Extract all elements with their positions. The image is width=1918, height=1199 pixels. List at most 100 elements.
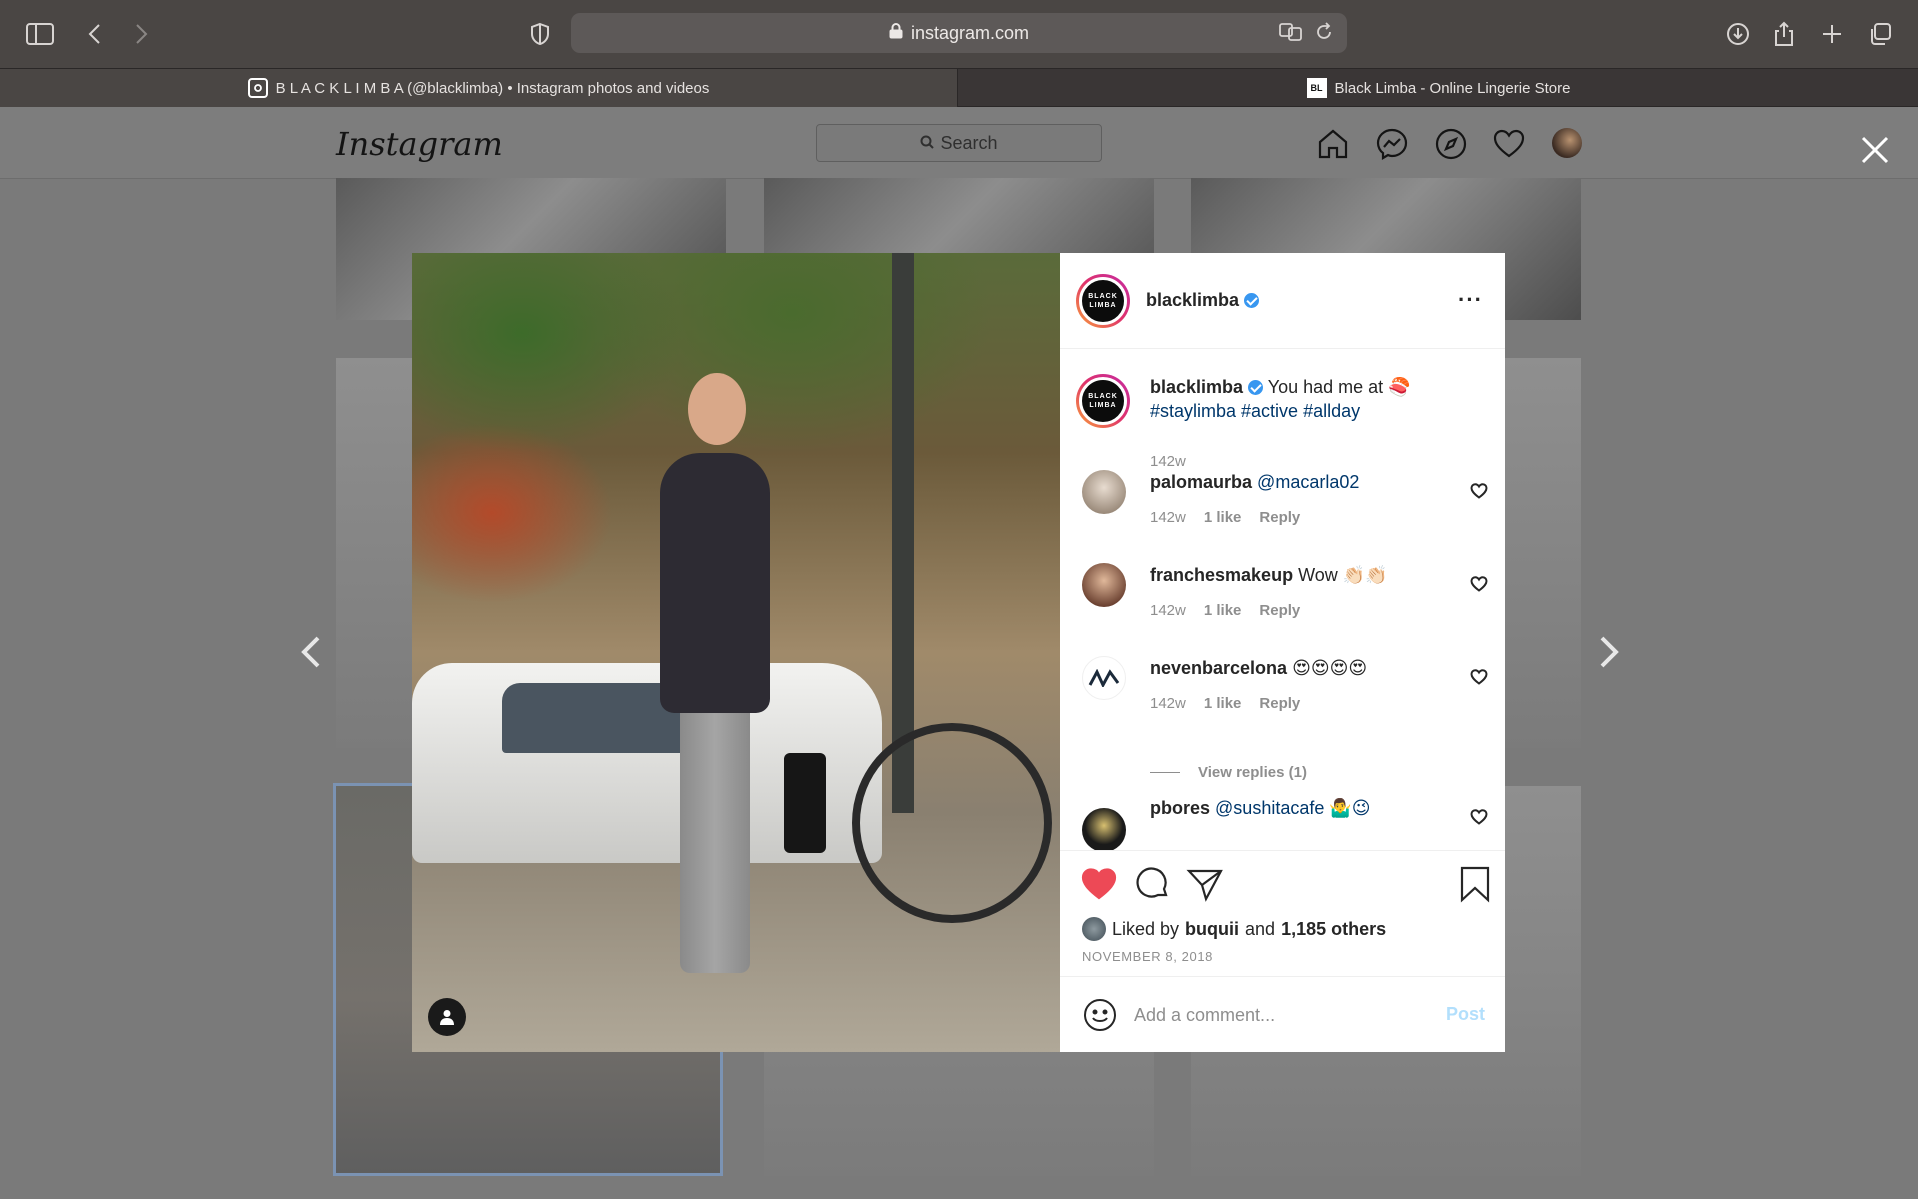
avatar-logo-text: BLACK LIMBA — [1079, 276, 1127, 325]
add-comment-bar: Post — [1060, 976, 1505, 1052]
caption-hashtags[interactable]: #staylimba #active #allday — [1150, 401, 1360, 421]
reload-icon[interactable] — [1315, 22, 1333, 47]
comments-list: BLACK LIMBA blacklimba You had me at 🍣 #… — [1060, 350, 1505, 850]
tagged-user-icon[interactable] — [428, 998, 466, 1036]
address-bar[interactable]: instagram.com — [571, 13, 1347, 53]
comment-likes[interactable]: 1 like — [1204, 509, 1242, 526]
comment-username[interactable]: palomaurba — [1150, 472, 1252, 492]
next-post-arrow-icon[interactable] — [1594, 632, 1624, 672]
explore-compass-icon[interactable] — [1434, 127, 1468, 161]
comment-avatar[interactable] — [1082, 470, 1126, 514]
like-comment-heart-icon[interactable] — [1470, 575, 1488, 593]
close-modal-icon[interactable] — [1858, 133, 1892, 167]
share-send-icon[interactable] — [1186, 865, 1224, 903]
comment-body[interactable]: @sushitacafe 🤷‍♂️😉 — [1215, 798, 1371, 818]
comment-time[interactable]: 142w — [1150, 695, 1186, 712]
avatar-logo-text: BLACK LIMBA — [1079, 377, 1127, 425]
comment-time[interactable]: 142w — [1150, 602, 1186, 619]
comment-text: franchesmakeup Wow 👏🏻👏🏻 — [1150, 563, 1470, 587]
comment-likes[interactable]: 1 like — [1204, 602, 1242, 619]
comment-row: palomaurba @macarla02 142w 1 like Reply — [1076, 470, 1496, 550]
post-modal: BLACK LIMBA blacklimba ··· BLACK LIMBA b… — [412, 253, 1505, 1052]
comment-username[interactable]: pbores — [1150, 798, 1210, 818]
post-comment-button[interactable]: Post — [1446, 1004, 1485, 1025]
like-heart-icon[interactable] — [1080, 865, 1118, 903]
comment-body: Wow 👏🏻👏🏻 — [1298, 565, 1388, 585]
privacy-shield-icon[interactable] — [524, 18, 556, 50]
comment-avatar[interactable] — [1082, 656, 1126, 700]
reply-button[interactable]: Reply — [1259, 509, 1300, 526]
reply-button[interactable]: Reply — [1259, 695, 1300, 712]
previous-post-arrow-icon[interactable] — [296, 632, 326, 672]
home-icon[interactable] — [1316, 127, 1350, 161]
like-comment-heart-icon[interactable] — [1470, 482, 1488, 500]
post-photo[interactable] — [412, 253, 1060, 1052]
add-comment-input[interactable] — [1134, 997, 1414, 1033]
downloads-icon[interactable] — [1722, 18, 1754, 50]
messenger-icon[interactable] — [1375, 127, 1409, 161]
comment-username[interactable]: nevenbarcelona — [1150, 658, 1287, 678]
photo-person-legs — [680, 693, 750, 973]
save-bookmark-icon[interactable] — [1456, 865, 1494, 903]
like-comment-heart-icon[interactable] — [1470, 808, 1488, 826]
photo-bike-wheel — [852, 723, 1052, 923]
post-actions: Liked by buquii and 1,185 others NOVEMBE… — [1060, 850, 1505, 975]
caption-row: BLACK LIMBA blacklimba You had me at 🍣 #… — [1076, 374, 1496, 470]
comment-text: palomaurba @macarla02 — [1150, 470, 1470, 494]
caption-username[interactable]: blacklimba — [1150, 377, 1243, 397]
reply-button[interactable]: Reply — [1259, 602, 1300, 619]
more-options-icon[interactable]: ··· — [1458, 287, 1483, 313]
post-header: BLACK LIMBA blacklimba ··· — [1060, 253, 1505, 349]
caption-text: blacklimba You had me at 🍣 #staylimba #a… — [1150, 375, 1470, 423]
sidebar-toggle-icon[interactable] — [24, 18, 56, 50]
comment-row: nevenbarcelona 😍😍😍😍 142w 1 like Reply — [1076, 656, 1496, 736]
instagram-favicon-icon — [247, 78, 268, 98]
comment-avatar[interactable] — [1082, 808, 1126, 850]
liked-by-and: and — [1245, 918, 1276, 939]
emoji-smiley-icon[interactable] — [1082, 997, 1118, 1033]
post-date[interactable]: NOVEMBER 8, 2018 — [1082, 949, 1213, 964]
blacklimba-favicon-icon: BL — [1306, 78, 1327, 98]
photo-person-body — [660, 453, 770, 713]
tab-blacklimba-store[interactable]: BL Black Limba - Online Lingerie Store — [959, 69, 1918, 107]
account-avatar[interactable]: BLACK LIMBA — [1076, 273, 1130, 328]
caption-time[interactable]: 142w — [1150, 453, 1186, 470]
search-placeholder: Search — [940, 132, 998, 153]
liked-by-user[interactable]: buquii — [1185, 919, 1239, 940]
tab-instagram[interactable]: B L A C K L I M B A (@blacklimba) • Inst… — [0, 69, 958, 107]
share-icon[interactable] — [1768, 18, 1800, 50]
search-box[interactable]: Search — [816, 124, 1102, 162]
comment-meta: 142w 1 like Reply — [1150, 695, 1300, 712]
header-username-wrap: blacklimba — [1146, 290, 1260, 311]
translate-icon[interactable] — [1279, 22, 1303, 47]
new-tab-icon[interactable] — [1816, 18, 1848, 50]
comment-likes[interactable]: 1 like — [1204, 695, 1242, 712]
back-icon[interactable] — [78, 18, 110, 50]
caption-body: You had me at 🍣 — [1267, 377, 1411, 397]
view-replies-button[interactable]: View replies (1) — [1150, 764, 1307, 781]
comment-text: pbores @sushitacafe 🤷‍♂️😉 — [1150, 796, 1470, 820]
tab-label: Black Limba - Online Lingerie Store — [1334, 79, 1571, 97]
comment-username[interactable]: franchesmakeup — [1150, 565, 1293, 585]
header-username[interactable]: blacklimba — [1146, 290, 1239, 310]
search-icon — [920, 133, 935, 154]
comment-bubble-icon[interactable] — [1134, 865, 1172, 903]
comment-body: 😍😍😍😍 — [1292, 658, 1368, 678]
comment-time[interactable]: 142w — [1150, 509, 1186, 526]
instagram-logo[interactable]: Instagram — [336, 125, 503, 163]
comment-meta: 142w 1 like Reply — [1150, 602, 1300, 619]
liked-by-others[interactable]: 1,185 others — [1281, 919, 1386, 940]
forward-icon[interactable] — [126, 18, 158, 50]
like-comment-heart-icon[interactable] — [1470, 668, 1488, 686]
liker-avatar[interactable] — [1082, 917, 1106, 941]
photo-handbag — [784, 753, 826, 853]
activity-heart-icon[interactable] — [1492, 127, 1526, 161]
view-replies-label: View replies (1) — [1198, 764, 1307, 781]
comment-avatar[interactable] — [1082, 563, 1126, 607]
tab-overview-icon[interactable] — [1864, 18, 1896, 50]
verified-badge-icon — [1244, 293, 1260, 308]
browser-toolbar: instagram.com — [0, 0, 1918, 68]
caption-avatar[interactable]: BLACK LIMBA — [1076, 374, 1130, 428]
comment-body[interactable]: @macarla02 — [1257, 472, 1359, 492]
profile-avatar[interactable] — [1552, 128, 1582, 158]
